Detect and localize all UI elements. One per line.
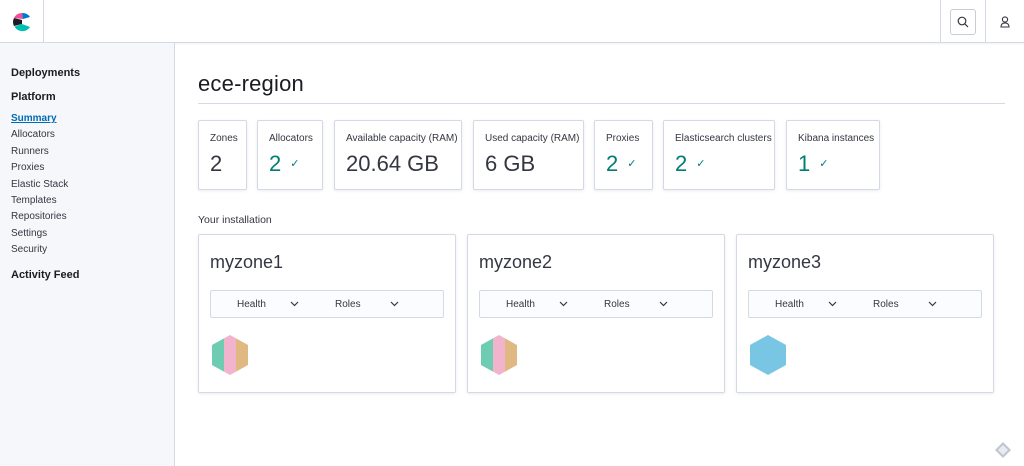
main-content: ece-region Zones 2 Allocators 2 ✓ Availab…	[176, 43, 1024, 466]
stat-card-kibana-instances[interactable]: Kibana instances 1 ✓	[786, 120, 880, 190]
health-filter-label: Health	[775, 298, 804, 310]
stat-value: 6 GB	[485, 151, 536, 176]
sidebar-item-summary[interactable]: Summary	[11, 111, 174, 127]
stat-value: 1	[798, 151, 811, 176]
allocator-hexagon-icon[interactable]	[211, 334, 249, 376]
health-filter-label: Health	[506, 298, 535, 310]
sidebar-item-deployments[interactable]: Deployments	[11, 66, 174, 80]
title-divider	[198, 103, 1005, 104]
stat-value: 2	[210, 151, 223, 176]
zone-card-myzone1[interactable]: myzone1 Health Roles	[198, 234, 456, 393]
health-filter-button[interactable]: Health	[506, 291, 568, 317]
sidebar-item-templates[interactable]: Templates	[11, 193, 174, 209]
top-bar	[0, 0, 1024, 43]
sidebar: Deployments Platform Summary Allocators …	[0, 43, 175, 466]
stat-label: Used capacity (RAM)	[485, 133, 580, 144]
stat-label: Elasticsearch clusters	[675, 133, 772, 144]
stat-value: 2	[269, 151, 282, 176]
search-button[interactable]	[950, 8, 976, 35]
chevron-down-icon	[390, 301, 399, 307]
search-area	[940, 0, 985, 43]
sidebar-item-repositories[interactable]: Repositories	[11, 209, 174, 225]
logo-button[interactable]	[0, 0, 44, 43]
roles-filter-label: Roles	[604, 298, 630, 310]
roles-filter-label: Roles	[873, 298, 899, 310]
sidebar-item-settings[interactable]: Settings	[11, 226, 174, 242]
zone-filter-bar: Health Roles	[479, 290, 713, 318]
elastic-cloud-logo-icon	[12, 12, 30, 31]
zone-title: myzone1	[210, 252, 284, 272]
stat-label: Allocators	[269, 133, 313, 144]
search-icon	[957, 16, 969, 27]
zone-title: myzone2	[479, 252, 553, 272]
sidebar-item-platform[interactable]: Platform	[11, 90, 174, 104]
stat-value: 2	[606, 151, 619, 176]
stat-card-allocators[interactable]: Allocators 2 ✓	[257, 120, 323, 190]
chevron-down-icon	[659, 301, 668, 307]
user-icon	[1000, 15, 1010, 28]
chevron-down-icon	[290, 301, 299, 307]
zone-filter-bar: Health Roles	[748, 290, 982, 318]
roles-filter-label: Roles	[335, 298, 361, 310]
check-icon: ✓	[819, 158, 829, 170]
stat-label: Kibana instances	[798, 133, 875, 144]
help-diamond-icon[interactable]	[994, 441, 1012, 459]
chevron-down-icon	[559, 301, 568, 307]
stat-label: Zones	[210, 133, 238, 144]
sidebar-item-runners[interactable]: Runners	[11, 144, 174, 160]
sidebar-item-activity-feed[interactable]: Activity Feed	[11, 268, 174, 282]
chevron-down-icon	[928, 301, 937, 307]
zone-card-myzone3[interactable]: myzone3 Health Roles	[736, 234, 994, 393]
page-title: ece-region	[198, 71, 304, 96]
sidebar-item-proxies[interactable]: Proxies	[11, 160, 174, 176]
stat-card-available-capacity[interactable]: Available capacity (RAM) 20.64 GB	[334, 120, 462, 190]
allocator-hexagon-icon[interactable]	[480, 334, 518, 376]
stat-card-used-capacity[interactable]: Used capacity (RAM) 6 GB	[473, 120, 584, 190]
check-icon: ✓	[290, 158, 300, 170]
check-icon: ✓	[696, 158, 706, 170]
zone-title: myzone3	[748, 252, 822, 272]
health-filter-button[interactable]: Health	[237, 291, 299, 317]
stat-label: Available capacity (RAM)	[346, 133, 458, 144]
roles-filter-button[interactable]: Roles	[604, 291, 668, 317]
roles-filter-button[interactable]: Roles	[335, 291, 399, 317]
chevron-down-icon	[828, 301, 837, 307]
sidebar-item-allocators[interactable]: Allocators	[11, 127, 174, 143]
stat-card-zones[interactable]: Zones 2	[198, 120, 247, 190]
installation-heading: Your installation	[198, 214, 272, 226]
zone-filter-bar: Health Roles	[210, 290, 444, 318]
stat-value: 2	[675, 151, 688, 176]
sidebar-item-elastic-stack[interactable]: Elastic Stack	[11, 177, 174, 193]
stat-card-proxies[interactable]: Proxies 2 ✓	[594, 120, 653, 190]
stat-label: Proxies	[606, 133, 640, 144]
allocator-hexagon-icon[interactable]	[749, 334, 787, 376]
stat-card-elasticsearch-clusters[interactable]: Elasticsearch clusters 2 ✓	[663, 120, 775, 190]
sidebar-item-security[interactable]: Security	[11, 242, 174, 258]
user-menu-button[interactable]	[985, 0, 1024, 43]
stat-value: 20.64 GB	[346, 151, 439, 176]
check-icon: ✓	[627, 158, 637, 170]
health-filter-button[interactable]: Health	[775, 291, 837, 317]
roles-filter-button[interactable]: Roles	[873, 291, 937, 317]
health-filter-label: Health	[237, 298, 266, 310]
zone-card-myzone2[interactable]: myzone2 Health Roles	[467, 234, 725, 393]
